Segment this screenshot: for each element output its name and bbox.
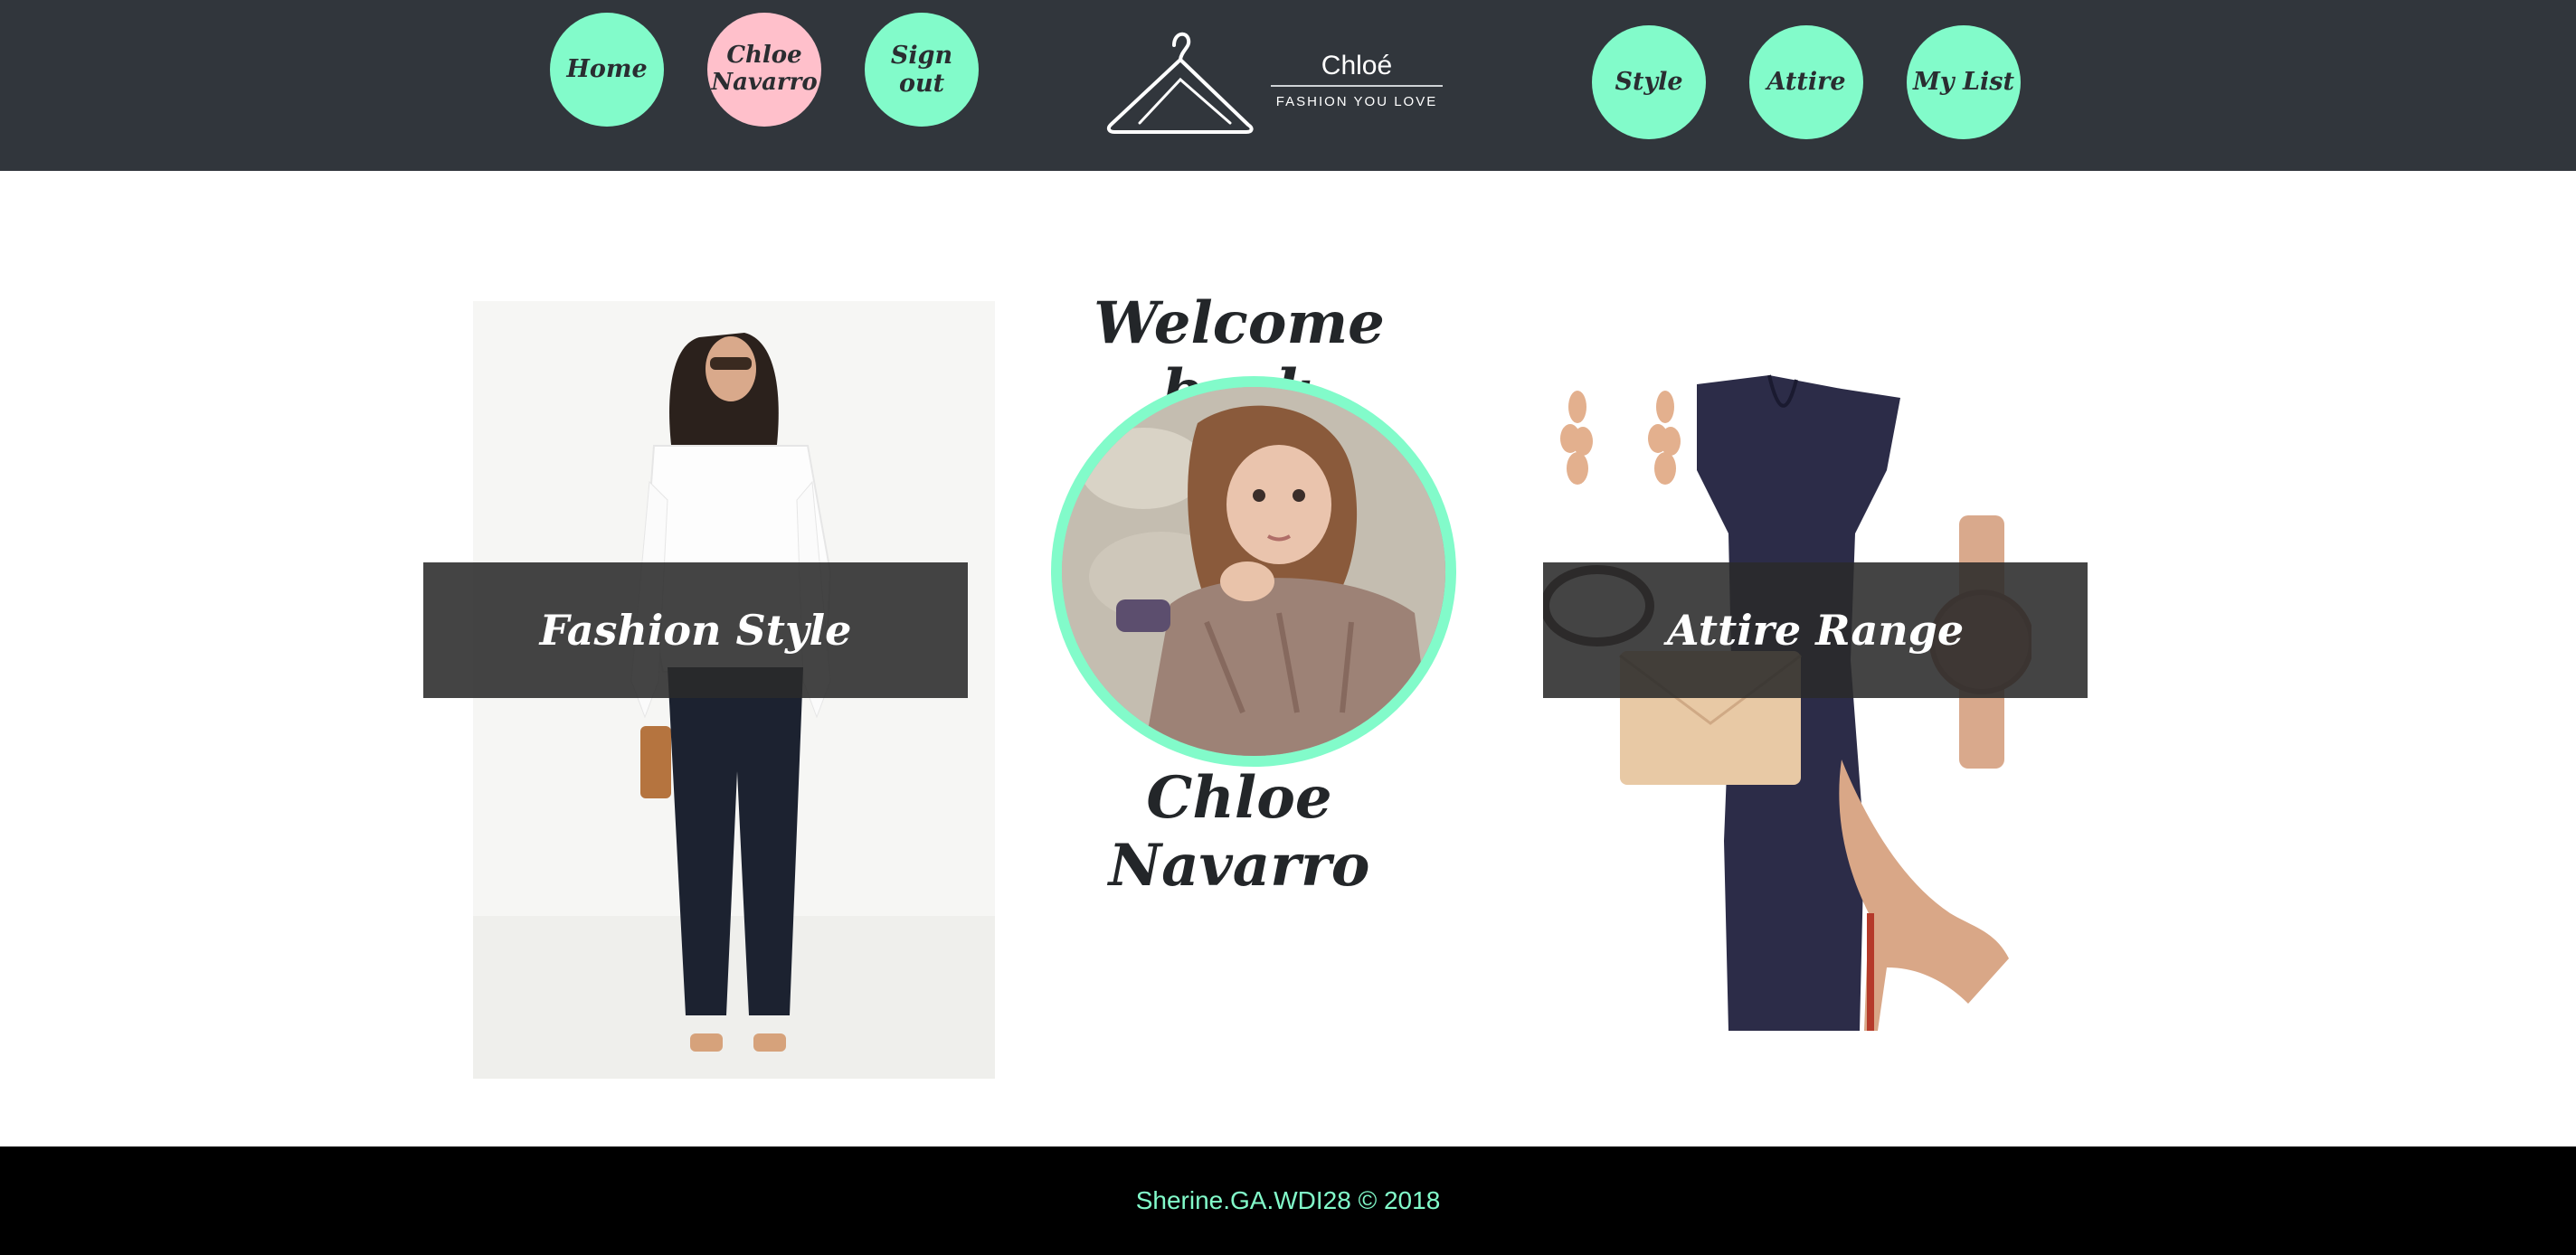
site-header: Home Chloe Navarro Sign out Chloé FASHIO… — [0, 0, 2576, 171]
nav-attire-button[interactable]: Attire — [1749, 25, 1863, 139]
nav-user-label: Chloe Navarro — [711, 42, 818, 96]
fashion-style-label: Fashion Style — [539, 606, 852, 655]
logo-name: Chloé — [1321, 51, 1393, 80]
nav-home-label: Home — [566, 55, 648, 84]
hanger-icon — [1106, 32, 1254, 134]
nav-mylist-button[interactable]: My List — [1907, 25, 2021, 139]
logo-divider — [1271, 85, 1443, 87]
fashion-style-banner[interactable]: Fashion Style — [423, 562, 968, 698]
nav-style-button[interactable]: Style — [1592, 25, 1706, 139]
avatar-photo — [1062, 387, 1445, 756]
nav-attire-label: Attire — [1766, 68, 1846, 97]
site-footer: Sherine.GA.WDI28 © 2018 — [0, 1146, 2576, 1255]
nav-signout-label: Sign out — [890, 41, 953, 98]
nav-signout-button[interactable]: Sign out — [865, 13, 979, 127]
attire-range-banner[interactable]: Attire Range — [1543, 562, 2088, 698]
nav-style-label: Style — [1615, 68, 1683, 97]
profile-name: Chloe Navarro — [1108, 764, 1370, 900]
attire-range-label: Attire Range — [1666, 606, 1965, 655]
site-logo[interactable]: Chloé FASHION YOU LOVE — [1103, 25, 1465, 138]
child-portrait-image — [1062, 387, 1445, 756]
footer-credit: Sherine.GA.WDI28 © 2018 — [1135, 1186, 1441, 1214]
nav-mylist-label: My List — [1913, 68, 2014, 97]
logo-tagline: FASHION YOU LOVE — [1275, 94, 1438, 109]
profile-avatar — [1051, 376, 1456, 767]
nav-user-button[interactable]: Chloe Navarro — [707, 13, 821, 127]
nav-home-button[interactable]: Home — [550, 13, 664, 127]
